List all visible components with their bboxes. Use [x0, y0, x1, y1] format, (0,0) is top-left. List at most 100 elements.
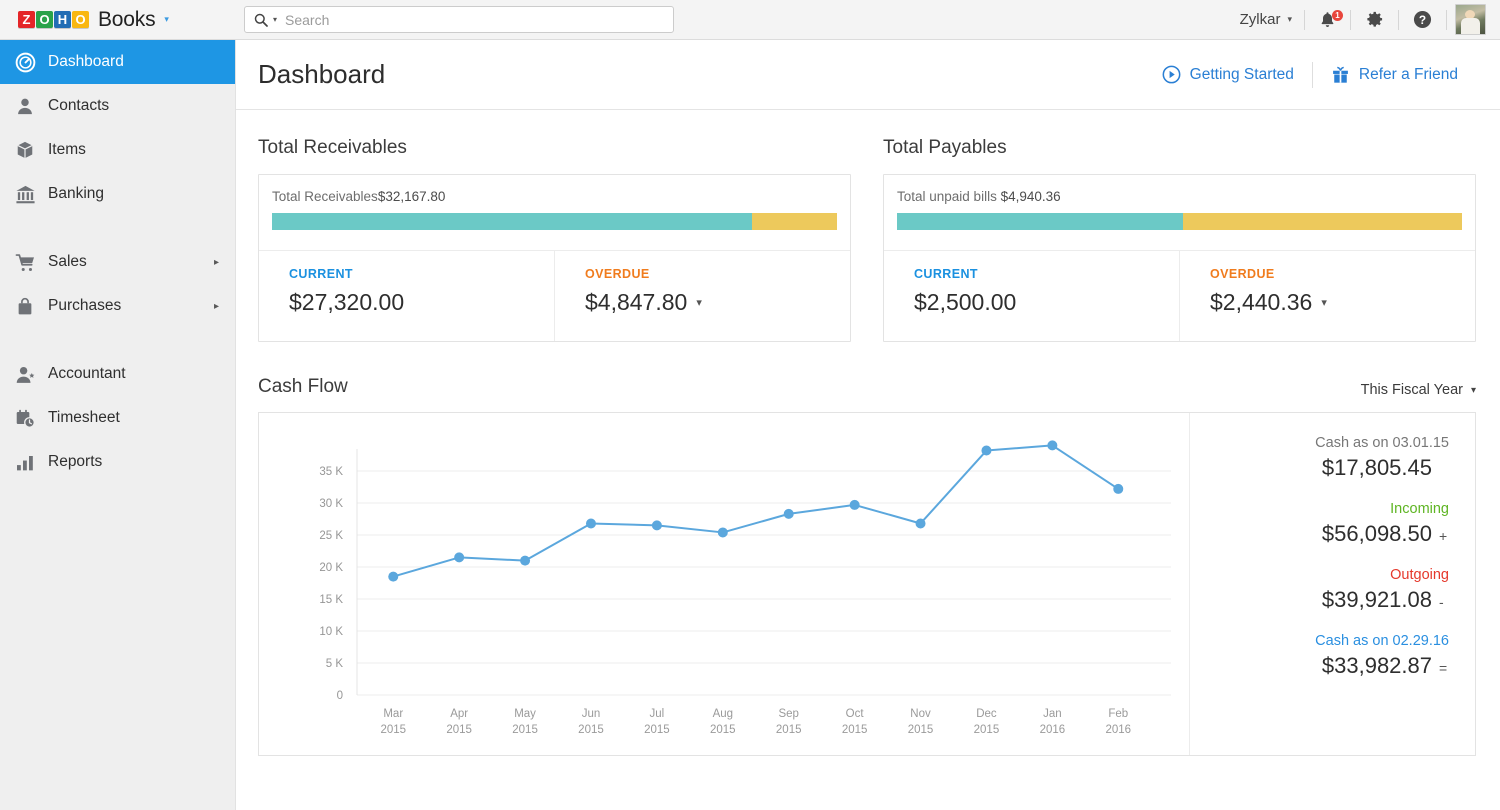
user-menu[interactable]: Zylkar ▾	[1228, 11, 1304, 28]
incoming-operator: +	[1439, 528, 1449, 544]
payables-current-stat[interactable]: CURRENT $2,500.00	[884, 251, 1179, 341]
svg-text:15 K: 15 K	[319, 594, 343, 606]
receivables-current-segment	[272, 213, 752, 230]
receivables-summary-value: $32,167.80	[378, 189, 446, 204]
search-scope-chevron-down-icon[interactable]: ▾	[273, 15, 277, 24]
refer-a-friend-label: Refer a Friend	[1359, 66, 1458, 84]
notifications-button[interactable]: 1	[1305, 11, 1350, 29]
opening-cash-block: Cash as on 03.01.15 $17,805.45	[1190, 435, 1449, 481]
receivables-overdue-segment	[752, 213, 837, 230]
top-bar-right: Zylkar ▾ 1	[1228, 0, 1500, 40]
incoming-block: Incoming $56,098.50 +	[1190, 501, 1449, 547]
avatar[interactable]	[1455, 4, 1486, 35]
receivables-overdue-amount: $4,847.80	[585, 289, 687, 316]
svg-text:2015: 2015	[578, 724, 604, 736]
payables-overdue-segment	[1183, 213, 1462, 230]
payables-summary: Total unpaid bills $4,940.36	[884, 175, 1475, 251]
sidebar-item-contacts[interactable]: Contacts	[0, 84, 235, 128]
svg-text:20 K: 20 K	[319, 562, 343, 574]
svg-text:2015: 2015	[380, 724, 406, 736]
svg-text:30 K: 30 K	[319, 498, 343, 510]
refer-a-friend-button[interactable]: Refer a Friend	[1313, 66, 1476, 84]
page-header-actions: Getting Started Refer a Friend	[1144, 62, 1476, 88]
svg-text:2015: 2015	[644, 724, 670, 736]
sidebar-item-accountant[interactable]: Accountant	[0, 352, 235, 396]
svg-text:2016: 2016	[1040, 724, 1066, 736]
help-button[interactable]: ?	[1399, 10, 1446, 29]
opening-cash-value: $17,805.45	[1190, 455, 1449, 481]
payables-overdue-stat[interactable]: OVERDUE $2,440.36 ▾	[1179, 251, 1475, 341]
sidebar-item-purchases[interactable]: Purchases ▸	[0, 284, 235, 328]
cash-flow-header: Cash Flow This Fiscal Year ▾	[258, 376, 1476, 398]
sidebar-item-label: Banking	[48, 186, 104, 202]
sidebar-item-sales[interactable]: Sales ▸	[0, 240, 235, 284]
closing-cash-value: $33,982.87 =	[1190, 653, 1449, 679]
page-header: Dashboard Getting Started	[236, 40, 1500, 110]
user-name: Zylkar	[1240, 11, 1281, 28]
svg-text:Nov: Nov	[910, 708, 931, 720]
receivables-overdue-stat[interactable]: OVERDUE $4,847.80 ▾	[554, 251, 850, 341]
sidebar-gap	[0, 216, 235, 240]
payables-current-label: CURRENT	[914, 267, 1179, 281]
getting-started-button[interactable]: Getting Started	[1144, 65, 1312, 84]
sidebar-gap	[0, 328, 235, 352]
closing-cash-label: Cash as on 02.29.16	[1190, 633, 1449, 649]
payables-current-value: $2,500.00	[914, 289, 1179, 316]
svg-text:2015: 2015	[446, 724, 472, 736]
timesheet-icon	[14, 407, 36, 429]
search-box[interactable]: ▾	[244, 6, 674, 33]
receivables-current-stat[interactable]: CURRENT $27,320.00	[259, 251, 554, 341]
sidebar-item-banking[interactable]: Banking	[0, 172, 235, 216]
receivables-overdue-value: $4,847.80 ▾	[585, 289, 850, 316]
chevron-down-icon: ▾	[1471, 385, 1476, 396]
search-input[interactable]	[285, 12, 664, 28]
brand[interactable]: Z O H O Books ▾	[0, 8, 236, 32]
main-content: Dashboard Getting Started	[236, 40, 1500, 810]
sidebar-item-label: Dashboard	[48, 54, 124, 70]
svg-text:2015: 2015	[710, 724, 736, 736]
cart-icon	[14, 251, 36, 273]
play-circle-icon	[1162, 65, 1181, 84]
cash-flow-range-label: This Fiscal Year	[1361, 382, 1463, 398]
sidebar-item-timesheet[interactable]: Timesheet	[0, 396, 235, 440]
svg-text:Sep: Sep	[778, 708, 798, 720]
box-icon	[14, 139, 36, 161]
incoming-label: Incoming	[1190, 501, 1449, 517]
outgoing-label: Outgoing	[1190, 567, 1449, 583]
sidebar-item-dashboard[interactable]: Dashboard	[0, 40, 235, 84]
payables-summary-value: $4,940.36	[1001, 189, 1061, 204]
brand-name: Books	[98, 8, 155, 32]
bag-icon	[14, 295, 36, 317]
sidebar-item-items[interactable]: Items	[0, 128, 235, 172]
top-bar: Z O H O Books ▾ ▾ Zylkar ▾	[0, 0, 1500, 40]
svg-text:25 K: 25 K	[319, 530, 343, 542]
svg-text:0: 0	[337, 690, 343, 702]
incoming-value: $56,098.50 +	[1190, 521, 1449, 547]
cash-flow-chart[interactable]: 05 K10 K15 K20 K25 K30 K35 KMar2015Apr20…	[259, 413, 1189, 755]
gear-icon	[1365, 10, 1384, 29]
svg-text:2015: 2015	[842, 724, 868, 736]
gift-icon	[1331, 66, 1350, 84]
body: Dashboard Contacts	[0, 40, 1500, 810]
gauge-icon	[14, 51, 36, 73]
closing-cash-block: Cash as on 02.29.16 $33,982.87 =	[1190, 633, 1449, 679]
svg-text:2015: 2015	[908, 724, 934, 736]
payables-progress-bar	[897, 213, 1462, 230]
receivables-overdue-chevron-down-icon[interactable]: ▾	[696, 296, 702, 309]
chevron-right-icon: ▸	[214, 301, 219, 312]
payables-overdue-chevron-down-icon[interactable]: ▾	[1321, 296, 1327, 309]
brand-chevron-down-icon[interactable]: ▾	[164, 14, 169, 25]
settings-button[interactable]	[1351, 10, 1398, 29]
sidebar-item-reports[interactable]: Reports	[0, 440, 235, 484]
svg-text:10 K: 10 K	[319, 626, 343, 638]
sidebar-item-label: Reports	[48, 454, 102, 470]
incoming-amount: $56,098.50	[1322, 521, 1432, 547]
logo-tile-h: H	[54, 11, 71, 28]
logo-tile-o2: O	[72, 11, 89, 28]
notification-badge: 1	[1332, 10, 1343, 21]
cash-flow-range-selector[interactable]: This Fiscal Year ▾	[1361, 382, 1476, 398]
sidebar: Dashboard Contacts	[0, 40, 236, 810]
sidebar-item-label: Items	[48, 142, 86, 158]
person-icon	[14, 95, 36, 117]
bank-icon	[14, 183, 36, 205]
